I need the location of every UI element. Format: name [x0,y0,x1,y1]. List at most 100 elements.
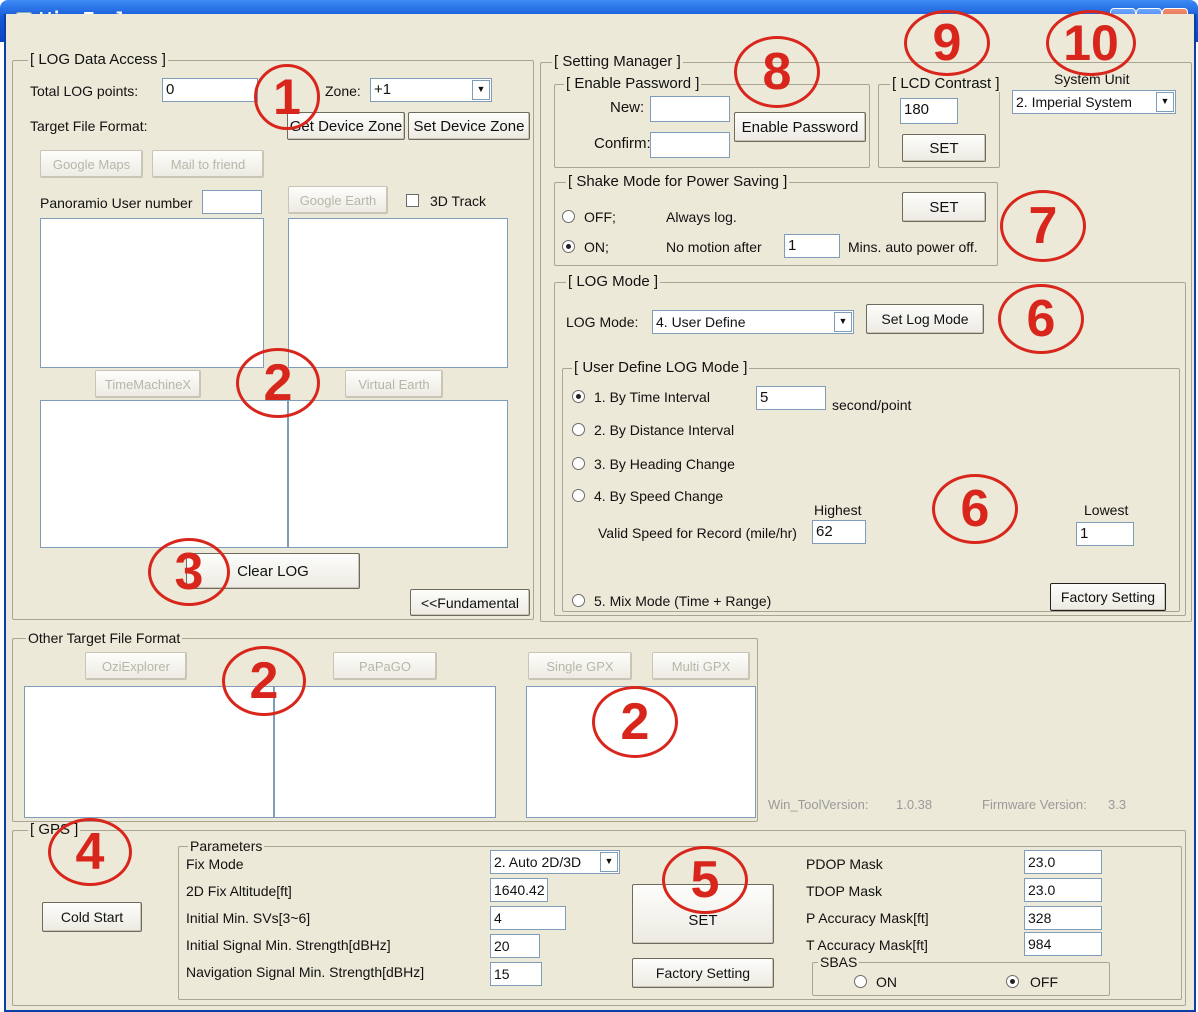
highest-speed-input[interactable]: 62 [812,520,866,544]
google-maps-list[interactable] [40,218,264,368]
heading-change-label: 3. By Heading Change [594,456,735,472]
gpx-list[interactable] [526,686,756,818]
set-device-zone-button[interactable]: Set Device Zone [408,112,530,140]
mix-mode-radio[interactable] [572,594,585,607]
time-interval-input[interactable]: 5 [756,386,826,410]
set-log-mode-button[interactable]: Set Log Mode [866,304,984,334]
sbas-on-label: ON [876,974,897,990]
timemachine-button[interactable]: TimeMachineX [95,370,201,398]
fix-mode-select[interactable]: 2. Auto 2D/3D ▼ [490,850,620,874]
shake-on-desc: No motion after [666,239,762,255]
sbas-off-label: OFF [1030,974,1058,990]
log-mode-label: LOG Mode: [566,314,639,330]
timemachine-list[interactable] [40,400,288,548]
lowest-label: Lowest [1084,502,1129,518]
shake-on-radio[interactable] [562,240,575,253]
p-accuracy-label: P Accuracy Mask[ft] [806,910,929,926]
fix-altitude-label: 2D Fix Altitude[ft] [186,883,292,899]
enable-password-legend: [ Enable Password ] [564,75,702,92]
system-unit-select[interactable]: 2. Imperial System ▼ [1012,90,1176,114]
dropdown-arrow-icon[interactable]: ▼ [600,852,618,872]
t-accuracy-input[interactable]: 984 [1024,932,1102,956]
clear-log-button[interactable]: Clear LOG [186,553,360,589]
initial-signal-label: Initial Signal Min. Strength[dBHz] [186,937,391,953]
log-mode-legend: [ LOG Mode ] [566,273,661,290]
heading-change-radio[interactable] [572,457,585,470]
zone-select[interactable]: +1 ▼ [370,78,492,102]
sbas-legend: SBAS [818,954,860,970]
3d-track-checkbox[interactable] [406,194,419,207]
shake-on-label: ON; [584,239,609,255]
log-access-legend: [ LOG Data Access ] [28,51,168,68]
total-points-field[interactable]: 0 [162,78,258,102]
speed-change-label: 4. By Speed Change [594,488,724,504]
min-svs-label: Initial Min. SVs[3~6] [186,910,311,926]
google-earth-list[interactable] [288,218,508,368]
google-maps-button[interactable]: Google Maps [40,150,143,178]
setting-manager-legend: [ Setting Manager ] [552,53,683,70]
papago-list[interactable] [274,686,496,818]
p-accuracy-input[interactable]: 328 [1024,906,1102,930]
factory-setting-log-button[interactable]: Factory Setting [1050,583,1166,611]
dropdown-arrow-icon[interactable]: ▼ [834,312,852,332]
panoramio-input[interactable] [202,190,262,214]
sbas-on-radio[interactable] [854,975,867,988]
shake-minutes-desc: Mins. auto power off. [848,239,978,255]
lcd-set-button[interactable]: SET [902,134,986,162]
firmware-version-value: 3.3 [1108,797,1127,812]
fix-altitude-input[interactable]: 1640.42 [490,878,548,902]
cold-start-button[interactable]: Cold Start [42,902,142,932]
dropdown-arrow-icon[interactable]: ▼ [472,80,490,100]
get-device-zone-button[interactable]: Get Device Zone [287,112,405,140]
distance-interval-radio[interactable] [572,423,585,436]
new-password-input[interactable] [650,96,730,122]
fix-mode-value: 2. Auto 2D/3D [494,854,582,870]
papago-button[interactable]: PaPaGO [333,652,437,680]
navigation-signal-input[interactable]: 15 [490,962,542,986]
target-format-label: Target File Format: [30,118,148,134]
gps-set-button[interactable]: SET [632,884,774,944]
speed-change-radio[interactable] [572,489,585,502]
enable-password-button[interactable]: Enable Password [734,112,866,142]
sbas-off-radio[interactable] [1006,975,1019,988]
single-gpx-button[interactable]: Single GPX [528,652,632,680]
pdop-mask-input[interactable]: 23.0 [1024,850,1102,874]
interval-unit-label: second/point [832,397,912,413]
fix-mode-label: Fix Mode [186,856,244,872]
dropdown-arrow-icon[interactable]: ▼ [1156,92,1174,112]
shake-off-label: OFF; [584,209,616,225]
shake-set-button[interactable]: SET [902,192,986,222]
new-password-label: New: [610,99,645,116]
mail-to-friend-button[interactable]: Mail to friend [152,150,264,178]
zone-value: +1 [374,81,392,98]
fundamental-button[interactable]: <<Fundamental [410,589,530,616]
tool-version-label: Win_ToolVersion: [768,797,869,812]
panoramio-label: Panoramio User number [40,195,193,211]
initial-signal-input[interactable]: 20 [490,934,540,958]
min-svs-input[interactable]: 4 [490,906,566,930]
shake-off-radio[interactable] [562,210,575,223]
tdop-mask-input[interactable]: 23.0 [1024,878,1102,902]
system-unit-label: System Unit [1054,71,1130,87]
shake-minutes-input[interactable]: 1 [784,234,840,258]
virtual-earth-list[interactable] [288,400,508,548]
log-mode-select[interactable]: 4. User Define ▼ [652,310,854,334]
zone-label: Zone: [325,83,361,99]
gps-factory-setting-button[interactable]: Factory Setting [632,958,774,988]
log-mode-value: 4. User Define [656,314,746,330]
highest-label: Highest [814,502,862,518]
ozi-explorer-button[interactable]: OziExplorer [85,652,187,680]
ozi-explorer-list[interactable] [24,686,274,818]
lowest-speed-input[interactable]: 1 [1076,522,1134,546]
lcd-contrast-input[interactable]: 180 [900,98,958,124]
google-earth-button[interactable]: Google Earth [288,186,388,214]
time-interval-radio[interactable] [572,390,585,403]
confirm-password-input[interactable] [650,132,730,158]
mix-mode-label: 5. Mix Mode (Time + Range) [594,593,772,609]
other-format-legend: Other Target File Format [26,630,183,646]
tdop-mask-label: TDOP Mask [806,883,882,899]
navigation-signal-label: Navigation Signal Min. Strength[dBHz] [186,964,425,980]
distance-interval-label: 2. By Distance Interval [594,422,735,438]
multi-gpx-button[interactable]: Multi GPX [652,652,750,680]
virtual-earth-button[interactable]: Virtual Earth [345,370,443,398]
